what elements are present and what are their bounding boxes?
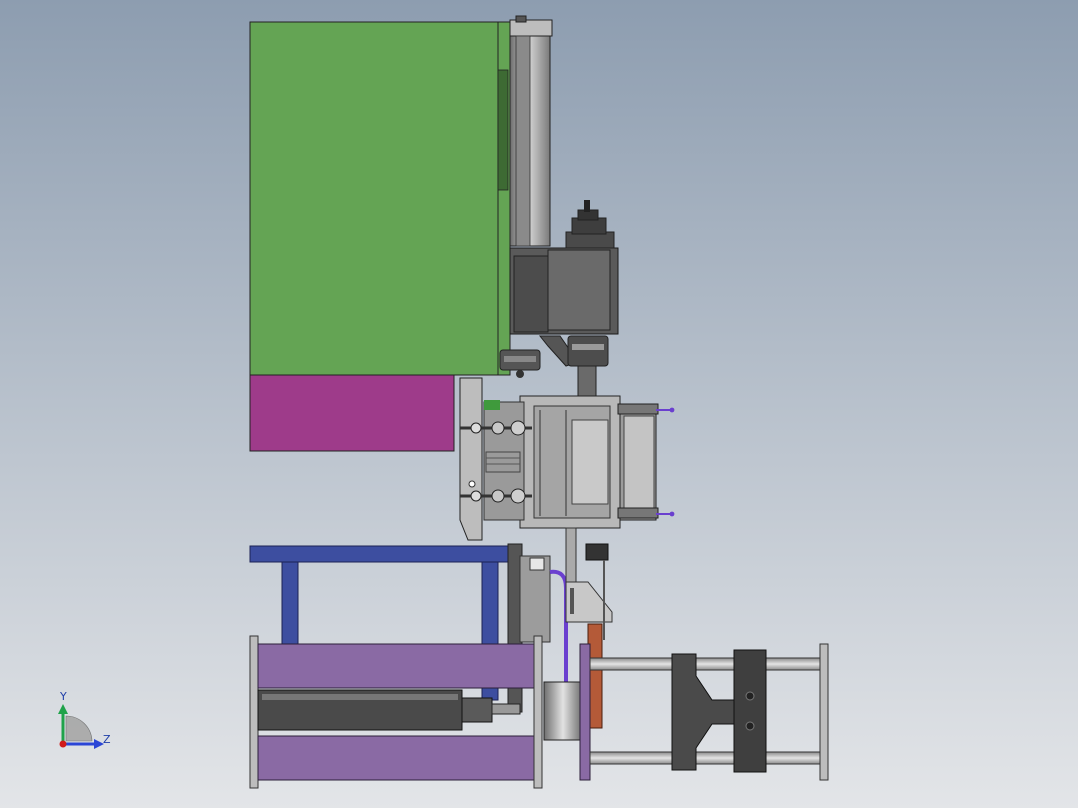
purple-cylinder-lower[interactable] <box>257 735 537 781</box>
valve-label <box>529 557 545 571</box>
frame-inner-slot <box>497 69 509 191</box>
motor-side <box>513 255 549 333</box>
lower-pulley-right <box>567 335 609 367</box>
end-plate-right <box>533 635 543 789</box>
tie-rod-upper[interactable] <box>589 657 821 671</box>
actuator-end <box>461 697 493 723</box>
motor-face <box>547 249 611 331</box>
z-axis-label: Z <box>103 733 111 746</box>
frame-green-panel[interactable] <box>249 21 499 376</box>
fitting-top-tip <box>669 407 675 413</box>
tie-rod-lower[interactable] <box>589 751 821 765</box>
drum-flange <box>579 643 591 781</box>
triad-origin <box>59 740 67 748</box>
frame-magenta-block[interactable] <box>249 374 455 452</box>
vertical-cylinder[interactable] <box>509 15 553 247</box>
clamp-hole-upper <box>745 691 755 701</box>
bracket-plate[interactable] <box>459 377 483 541</box>
clamp-hole-lower <box>745 721 755 731</box>
arm-rail-left <box>570 588 574 614</box>
cylinder-cap-ring <box>515 15 527 23</box>
arm-sensor <box>585 543 609 561</box>
gripper-head[interactable] <box>519 395 675 529</box>
lower-pulley-right-ring <box>572 344 604 350</box>
table-leg-left <box>281 561 299 647</box>
actuator-rod <box>491 703 521 715</box>
clamp-block[interactable] <box>733 649 767 773</box>
gripper-plate-top <box>617 403 659 415</box>
gripper-plate-bottom <box>617 507 659 519</box>
lower-pulley-left-ring <box>504 356 536 362</box>
y-axis-label: Y <box>59 690 67 703</box>
gripper-pad <box>623 415 655 509</box>
table-leg-right <box>481 561 499 647</box>
arm-post <box>565 527 577 589</box>
gripper-inner <box>571 419 609 505</box>
end-plate-left <box>249 635 259 789</box>
roller-bracket[interactable] <box>459 377 532 541</box>
cad-viewport[interactable]: Y Z <box>0 0 1078 808</box>
actuator-top-strip <box>262 694 458 700</box>
fitting-bottom-tip <box>669 511 675 517</box>
spindle <box>577 365 597 399</box>
lower-cylinder-assembly[interactable] <box>249 635 591 789</box>
rod-end-plate <box>819 643 829 781</box>
cylinder-rod <box>515 35 531 247</box>
top-bolt <box>584 200 590 212</box>
bracket-green-tab <box>484 400 500 410</box>
table-top-rail[interactable] <box>249 545 509 563</box>
drum[interactable] <box>543 681 583 741</box>
lower-pulley-left-hub <box>516 370 524 378</box>
purple-cylinder-upper[interactable] <box>257 643 537 689</box>
bracket-hole <box>468 480 476 488</box>
assembly-drawing[interactable]: Y Z <box>0 0 1078 808</box>
